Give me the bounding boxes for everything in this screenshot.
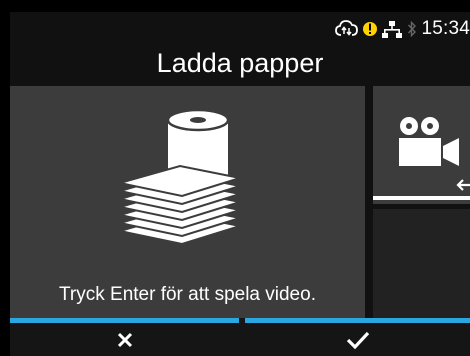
check-icon bbox=[346, 331, 369, 349]
softkey-bar bbox=[10, 318, 470, 356]
empty-tile bbox=[373, 209, 470, 318]
bluetooth-icon bbox=[408, 20, 417, 38]
page-title: Ladda papper bbox=[156, 48, 324, 78]
arrow-left-icon bbox=[456, 179, 470, 191]
paper-roll-stack-icon bbox=[119, 108, 241, 246]
video-tile[interactable] bbox=[373, 86, 470, 204]
status-icons: 15:34 bbox=[335, 16, 470, 42]
network-icon bbox=[382, 21, 403, 38]
close-icon bbox=[117, 332, 132, 347]
video-progress-line bbox=[373, 196, 470, 200]
confirm-button[interactable] bbox=[245, 318, 470, 356]
warning-icon bbox=[363, 22, 378, 36]
video-hint: Tryck Enter för att spela video. bbox=[59, 284, 316, 305]
cloud-sync-icon bbox=[335, 20, 359, 36]
printer-screen: 15:34 Ladda papper Tryck Enter för att s… bbox=[10, 12, 470, 356]
video-camera-icon bbox=[399, 117, 459, 166]
cancel-button[interactable] bbox=[10, 318, 239, 356]
clock: 15:34 bbox=[421, 18, 470, 39]
load-paper-tile[interactable]: Tryck Enter för att spela video. bbox=[10, 86, 365, 318]
